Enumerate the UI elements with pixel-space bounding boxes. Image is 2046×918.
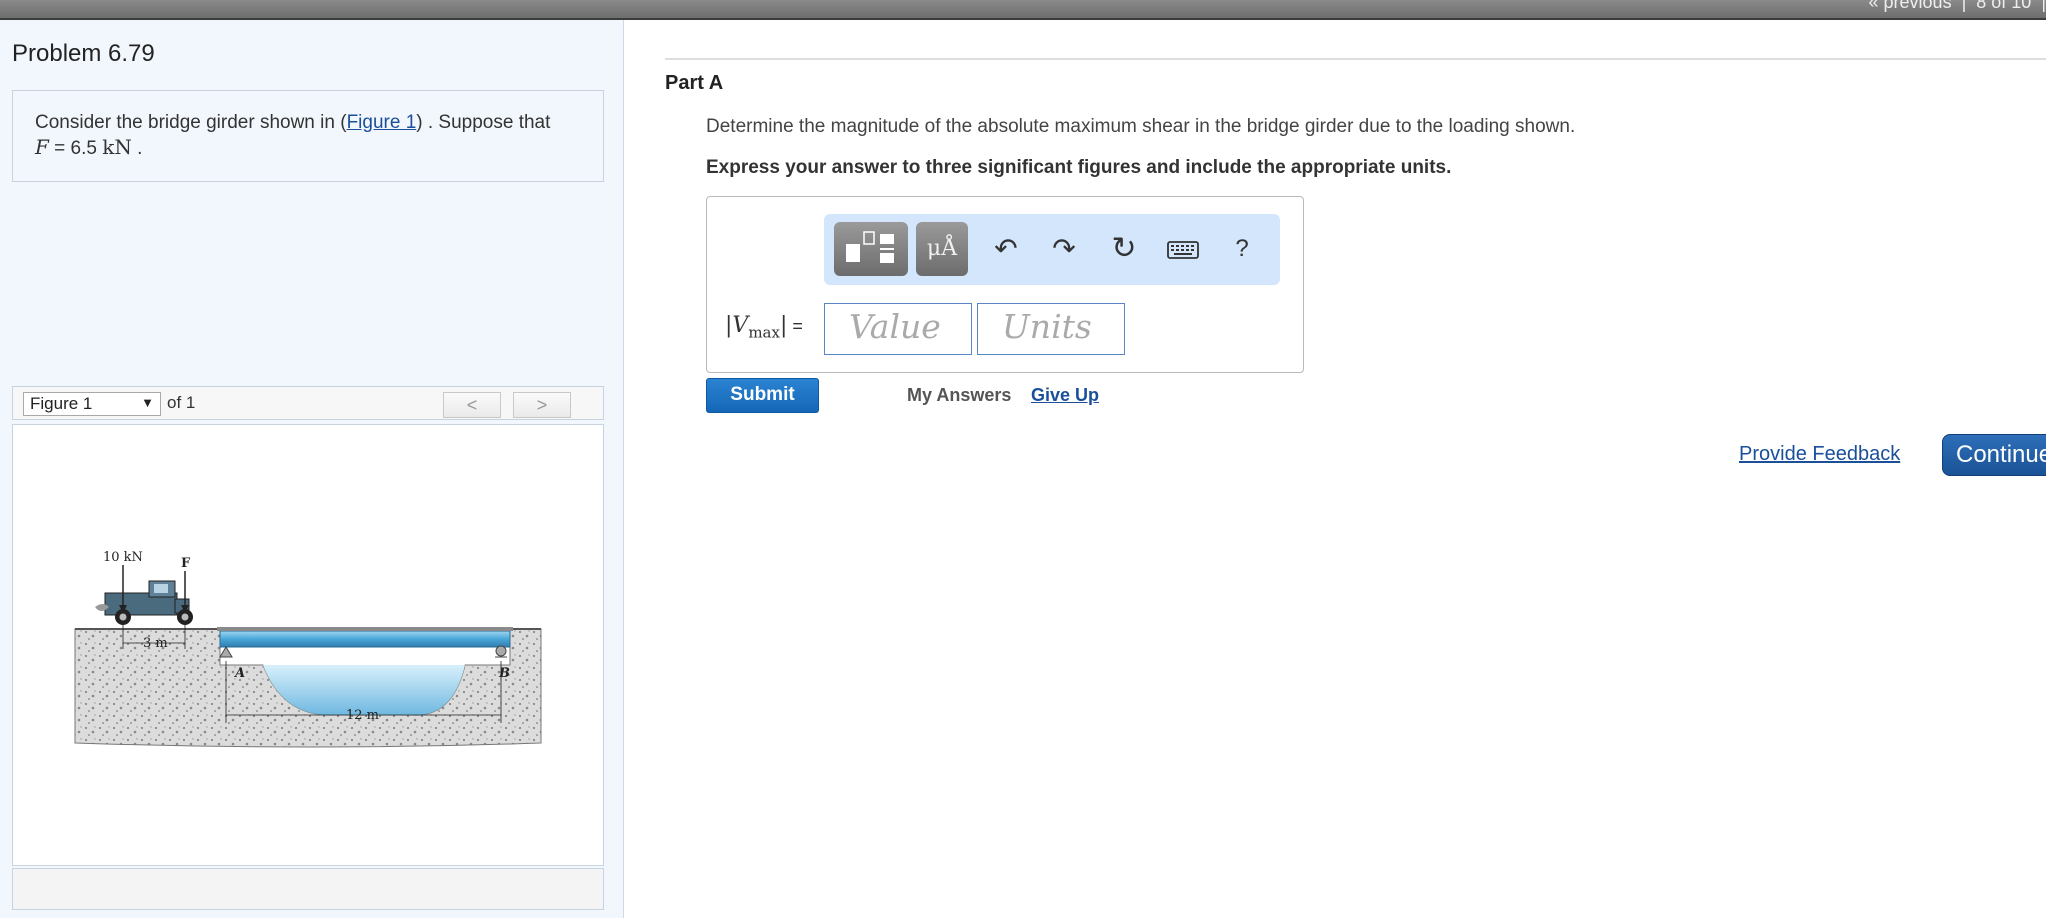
symbols-button[interactable]: μÅ [916, 222, 968, 276]
problem-intro: Consider the bridge girder shown in (Fig… [12, 90, 604, 182]
submit-button[interactable]: Submit [706, 378, 819, 413]
keyboard-icon[interactable] [1162, 222, 1204, 276]
label-12m: 12 m [346, 708, 379, 723]
provide-feedback-link[interactable]: Provide Feedback [1739, 443, 1900, 466]
bridge-girder-figure: 10 kN F 3 m 12 m A B [74, 550, 542, 748]
figure-link[interactable]: Figure 1 [347, 112, 417, 133]
truck-icon [95, 580, 193, 625]
figure-footer [12, 868, 604, 910]
intro-period: . [131, 138, 143, 159]
help-icon[interactable]: ? [1222, 222, 1262, 276]
undo-icon[interactable]: ↶ [986, 222, 1026, 276]
variable-f: F [35, 135, 49, 159]
part-title: Part A [665, 72, 724, 94]
answer-box: μÅ ↶ ↷ ↻ ? |Vmax| = Value Units [706, 196, 1304, 373]
equals-sign: = [787, 316, 803, 336]
answer-variable-label: |Vmax| = [725, 313, 803, 342]
force-value: = 6.5 [48, 138, 103, 159]
main-panel: Part A Determine the magnitude of the ab… [625, 20, 2046, 918]
variable-subscript: max [748, 323, 780, 342]
top-navigation: « previous | 8 of 10 | [1859, 0, 2046, 13]
instruction-text: Express your answer to three significant… [706, 157, 1452, 178]
figure-select[interactable]: Figure 1 ▼ [23, 392, 161, 416]
previous-link[interactable]: « previous [1869, 0, 1952, 12]
top-bar: « previous | 8 of 10 | [0, 0, 2046, 20]
units-input[interactable]: Units [977, 303, 1125, 355]
intro-text-before: Consider the bridge girder shown in ( [35, 112, 347, 133]
reset-icon[interactable]: ↻ [1104, 222, 1144, 276]
intro-text-after: ) . Suppose that [416, 112, 551, 133]
my-answers-link[interactable]: My Answers [907, 385, 1011, 406]
templates-button[interactable] [834, 222, 908, 276]
question-text: Determine the magnitude of the absolute … [706, 116, 1576, 137]
continue-button[interactable]: Continue [1942, 434, 2046, 476]
figure-toolbar: Figure 1 ▼ of 1 < > [12, 386, 604, 420]
value-input[interactable]: Value [824, 303, 972, 355]
label-10kn: 10 kN [103, 550, 143, 565]
dropdown-arrow-icon: ▼ [141, 395, 154, 410]
templates-icon [846, 231, 894, 263]
figure-count: of 1 [167, 393, 196, 412]
label-b: B [498, 666, 510, 681]
part-divider [665, 58, 2046, 60]
left-panel: Problem 6.79 Consider the bridge girder … [0, 20, 624, 918]
label-f: F [181, 556, 191, 571]
problem-position: 8 of 10 [1976, 0, 2032, 12]
next-figure-button[interactable]: > [513, 392, 571, 418]
problem-title: Problem 6.79 [12, 40, 155, 67]
math-toolbar: μÅ ↶ ↷ ↻ ? [824, 214, 1280, 285]
previous-figure-button[interactable]: < [443, 392, 501, 418]
give-up-link[interactable]: Give Up [1031, 385, 1099, 406]
variable-v: V [732, 313, 749, 338]
force-unit: kN [102, 135, 132, 159]
label-3m: 3 m [143, 636, 168, 651]
figure-select-value: Figure 1 [30, 394, 93, 413]
redo-icon[interactable]: ↷ [1044, 222, 1084, 276]
figure-panel: 10 kN F 3 m 12 m A B [12, 424, 604, 866]
label-a: A [233, 666, 245, 681]
